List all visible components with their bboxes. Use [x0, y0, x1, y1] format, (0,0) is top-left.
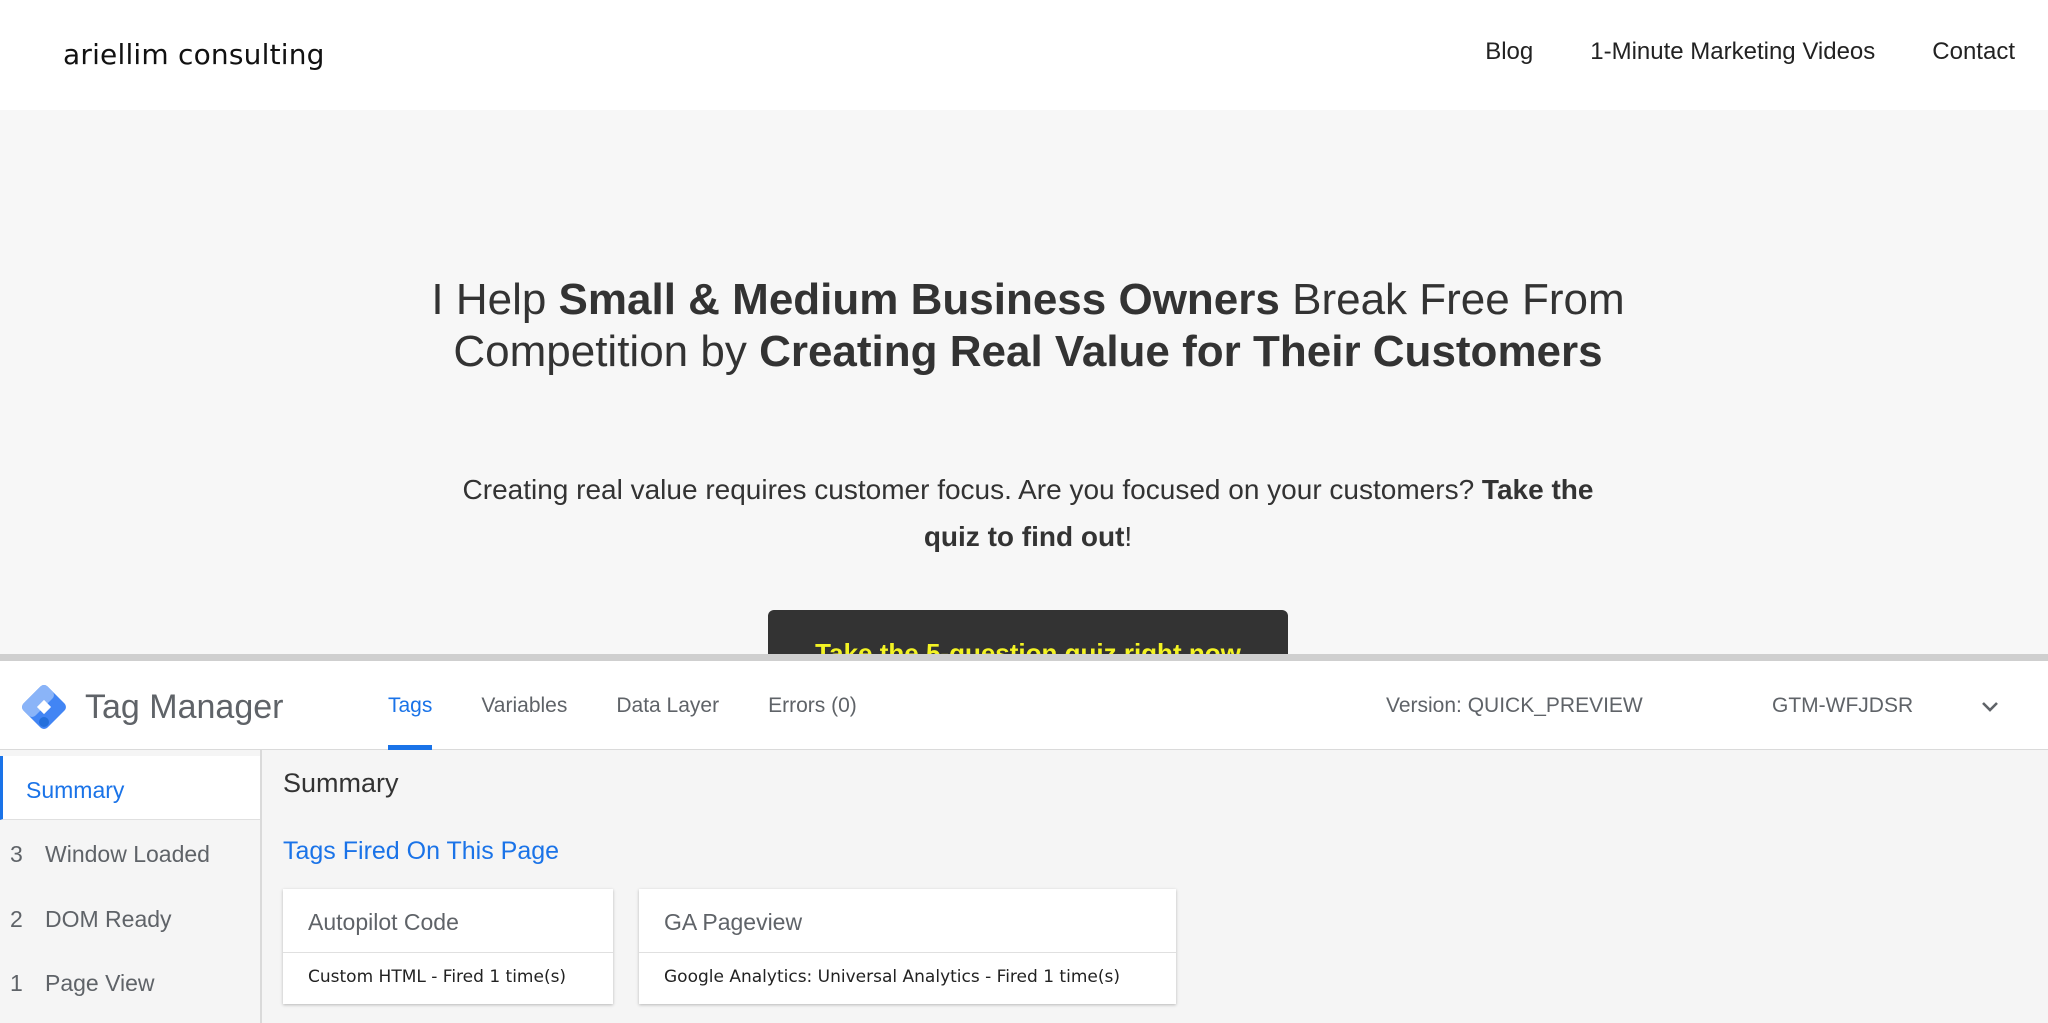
site-header: ariellim consulting Blog 1-Minute Market…	[0, 0, 2048, 110]
site-logo[interactable]: ariellim consulting	[63, 38, 325, 71]
tag-detail: Google Analytics: Universal Analytics - …	[664, 967, 1120, 987]
hero-headline: I Help Small & Medium Business Owners Br…	[424, 274, 1632, 378]
site-nav: Blog 1-Minute Marketing Videos Contact	[1485, 38, 2015, 66]
gtm-tabs: Tags Variables Data Layer Errors (0)	[388, 661, 857, 750]
tab-data-layer[interactable]: Data Layer	[616, 661, 719, 750]
event-number: 2	[10, 906, 23, 932]
tab-errors[interactable]: Errors (0)	[768, 661, 857, 750]
subtext-1: Creating real value requires customer fo…	[462, 474, 1482, 505]
gtm-topbar: Tag Manager Tags Variables Data Layer Er…	[0, 661, 2048, 750]
headline-bold-2: Creating Real Value for Their Customers	[759, 327, 1603, 376]
tag-detail: Custom HTML - Fired 1 time(s)	[308, 967, 567, 987]
version-label: Version: QUICK_PREVIEW	[1386, 694, 1643, 717]
nav-videos-link[interactable]: 1-Minute Marketing Videos	[1590, 38, 1875, 66]
gtm-title: Tag Manager	[85, 688, 284, 726]
event-label: Window Loaded	[45, 841, 210, 867]
subtext-2: !	[1124, 521, 1133, 552]
event-label: DOM Ready	[45, 906, 172, 932]
tag-manager-panel: Tag Manager Tags Variables Data Layer Er…	[0, 661, 2048, 1023]
tag-card-autopilot[interactable]: Autopilot Code Custom HTML - Fired 1 tim…	[283, 889, 613, 1004]
sidebar-item-dom-ready[interactable]: 2 DOM Ready	[0, 889, 260, 949]
tag-name: Autopilot Code	[308, 909, 459, 935]
sidebar-item-page-view[interactable]: 1 Page View	[0, 953, 260, 1013]
sidebar-item-summary[interactable]: Summary	[0, 756, 260, 820]
gtm-sidebar: Summary 3 Window Loaded 2 DOM Ready 1 Pa…	[0, 750, 262, 1023]
card-divider	[283, 952, 613, 953]
hero-subtext: Creating real value requires customer fo…	[444, 466, 1612, 560]
chevron-down-icon[interactable]	[1978, 695, 2002, 719]
event-label: Page View	[45, 970, 155, 996]
tab-tags[interactable]: Tags	[388, 661, 433, 750]
nav-contact-link[interactable]: Contact	[1932, 38, 2015, 66]
panel-divider[interactable]	[0, 654, 2048, 661]
tag-card-ga-pageview[interactable]: GA Pageview Google Analytics: Universal …	[639, 889, 1176, 1004]
page-title: Summary	[283, 768, 399, 798]
nav-blog-link[interactable]: Blog	[1485, 38, 1533, 66]
gtm-main: Summary Tags Fired On This Page Autopilo…	[264, 750, 2048, 1023]
container-id: GTM-WFJDSR	[1772, 694, 1914, 717]
event-number: 3	[10, 841, 23, 867]
tab-variables[interactable]: Variables	[481, 661, 567, 750]
section-title: Tags Fired On This Page	[283, 837, 560, 865]
sidebar-item-window-loaded[interactable]: 3 Window Loaded	[0, 824, 260, 884]
tag-name: GA Pageview	[664, 909, 803, 935]
sidebar-summary-label: Summary	[26, 777, 125, 803]
event-number: 1	[10, 970, 23, 996]
hero-section: I Help Small & Medium Business Owners Br…	[0, 110, 2048, 654]
headline-text-1: I Help	[431, 275, 559, 324]
headline-bold-1: Small & Medium Business Owners	[558, 275, 1280, 324]
quiz-cta-button[interactable]: Take the 5-question quiz right now	[768, 610, 1288, 654]
gtm-logo-icon	[22, 685, 66, 729]
card-divider	[639, 952, 1176, 953]
